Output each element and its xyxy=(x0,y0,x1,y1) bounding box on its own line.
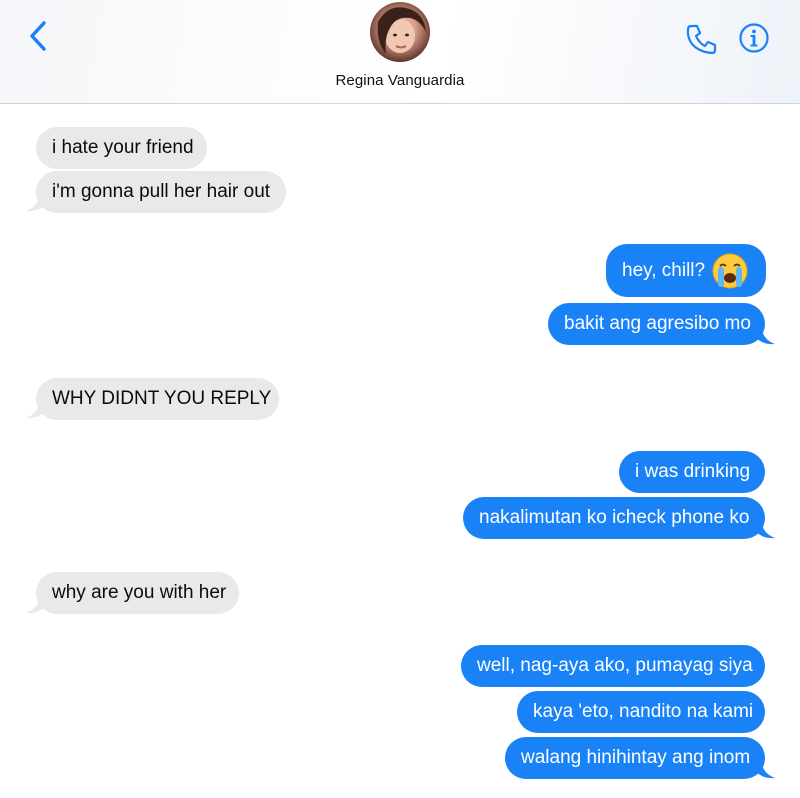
message-text: walang hinihintay ang inom xyxy=(521,747,751,768)
message-text: i was drinking xyxy=(635,461,751,482)
message-bubble[interactable]: why are you with her xyxy=(36,572,239,614)
message-text: i'm gonna pull her hair out xyxy=(52,181,271,202)
message-bubble[interactable]: hey, chill? xyxy=(606,244,766,297)
message-bubble[interactable]: i hate your friend xyxy=(36,127,207,169)
message-text: well, nag-aya ako, pumayag siya xyxy=(477,655,753,676)
message-bubble[interactable]: well, nag-aya ako, pumayag siya xyxy=(461,645,765,687)
phone-icon xyxy=(686,24,717,55)
message-bubble[interactable]: i'm gonna pull her hair out xyxy=(36,171,286,213)
message-bubble[interactable]: i was drinking xyxy=(619,451,765,493)
message-text: hey, chill? xyxy=(622,259,706,281)
message-bubble[interactable]: WHY DIDNT YOU REPLY xyxy=(36,378,279,420)
contact-name[interactable]: Regina Vanguardia xyxy=(0,72,800,89)
message-text: WHY DIDNT YOU REPLY xyxy=(52,388,272,409)
chevron-left-icon xyxy=(30,21,46,51)
messages-app: Regina Vanguardia i hate your friend i'm… xyxy=(0,0,800,798)
avatar-photo xyxy=(377,7,426,54)
call-button[interactable] xyxy=(684,22,718,56)
back-button[interactable] xyxy=(22,18,56,54)
contact-avatar[interactable] xyxy=(370,2,430,62)
message-text: bakit ang agresibo mo xyxy=(564,313,751,334)
message-text: i hate your friend xyxy=(52,137,194,158)
conversation-header: Regina Vanguardia xyxy=(0,0,800,104)
message-bubble[interactable]: nakalimutan ko icheck phone ko xyxy=(463,497,765,539)
loudly-crying-face-icon xyxy=(712,253,748,288)
message-text: why are you with her xyxy=(52,582,227,603)
message-text: nakalimutan ko icheck phone ko xyxy=(479,507,750,528)
info-button[interactable] xyxy=(738,22,770,54)
info-icon xyxy=(739,23,769,53)
message-text: kaya 'eto, nandito na kami xyxy=(533,701,754,722)
message-bubble[interactable]: walang hinihintay ang inom xyxy=(505,737,765,779)
message-bubble[interactable]: kaya 'eto, nandito na kami xyxy=(517,691,765,733)
message-bubble[interactable]: bakit ang agresibo mo xyxy=(548,303,765,345)
